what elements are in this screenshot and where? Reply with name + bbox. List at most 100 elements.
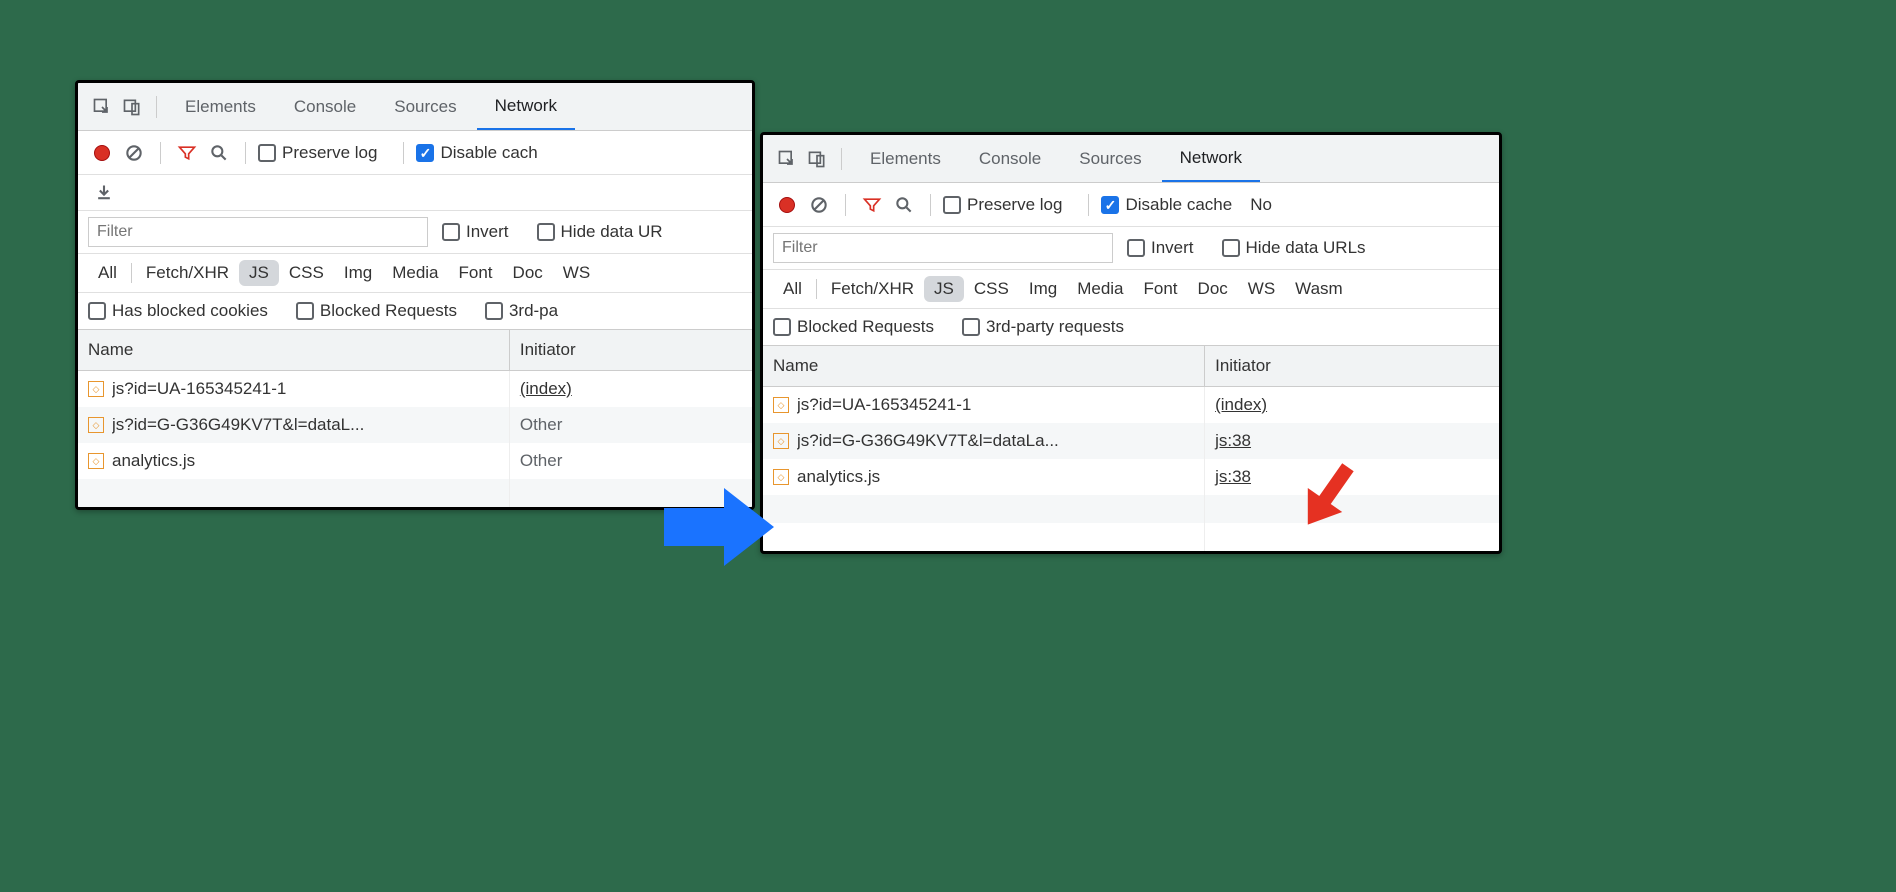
- device-toggle-icon[interactable]: [803, 145, 831, 173]
- separator: [841, 148, 842, 170]
- table-row[interactable]: js?id=UA-165345241-1 (index): [78, 371, 752, 408]
- table-row[interactable]: js?id=G-G36G49KV7T&l=dataLa... js:38: [763, 423, 1499, 459]
- type-media[interactable]: Media: [382, 260, 448, 286]
- search-icon[interactable]: [890, 191, 918, 219]
- tab-elements[interactable]: Elements: [852, 135, 959, 182]
- disable-cache-label: Disable cache: [1125, 195, 1232, 215]
- disable-cache-checkbox[interactable]: Disable cach: [416, 143, 537, 163]
- type-img[interactable]: Img: [334, 260, 382, 286]
- col-name[interactable]: Name: [78, 330, 509, 371]
- separator: [403, 142, 404, 164]
- tab-console[interactable]: Console: [276, 83, 374, 130]
- type-font[interactable]: Font: [449, 260, 503, 286]
- clear-icon[interactable]: [805, 191, 833, 219]
- type-fetch-xhr[interactable]: Fetch/XHR: [136, 260, 239, 286]
- type-css[interactable]: CSS: [279, 260, 334, 286]
- table-row[interactable]: js?id=G-G36G49KV7T&l=dataL... Other: [78, 407, 752, 443]
- js-file-icon: [88, 381, 104, 397]
- type-all[interactable]: All: [88, 260, 127, 286]
- type-img[interactable]: Img: [1019, 276, 1067, 302]
- initiator-link[interactable]: js:38: [1215, 467, 1251, 486]
- type-ws[interactable]: WS: [1238, 276, 1285, 302]
- type-doc[interactable]: Doc: [503, 260, 553, 286]
- type-ws[interactable]: WS: [553, 260, 600, 286]
- file-name: js?id=UA-165345241-1: [112, 379, 286, 399]
- clear-icon[interactable]: [120, 139, 148, 167]
- invert-checkbox[interactable]: Invert: [1127, 238, 1194, 258]
- initiator-link[interactable]: (index): [1215, 395, 1267, 414]
- js-file-icon: [773, 433, 789, 449]
- filter-input[interactable]: [773, 233, 1113, 263]
- tab-sources[interactable]: Sources: [376, 83, 474, 130]
- col-name[interactable]: Name: [763, 346, 1205, 387]
- spacer-row: [78, 479, 752, 507]
- initiator-text: Other: [520, 451, 563, 470]
- blocked-requests-checkbox[interactable]: Blocked Requests: [296, 301, 457, 321]
- separator: [131, 263, 132, 283]
- tabs-row: Elements Console Sources Network: [78, 83, 752, 131]
- record-button[interactable]: [88, 139, 116, 167]
- hide-data-urls-label: Hide data UR: [561, 222, 663, 242]
- blue-arrow-annotation: [664, 488, 774, 566]
- js-file-icon: [88, 417, 104, 433]
- preserve-log-label: Preserve log: [282, 143, 377, 163]
- filter-row: Invert Hide data URLs: [763, 227, 1499, 270]
- hide-data-urls-label: Hide data URLs: [1246, 238, 1366, 258]
- tab-network[interactable]: Network: [477, 83, 575, 130]
- type-all[interactable]: All: [773, 276, 812, 302]
- invert-checkbox[interactable]: Invert: [442, 222, 509, 242]
- js-file-icon: [88, 453, 104, 469]
- extra-filters-row: Blocked Requests 3rd-party requests: [763, 309, 1499, 346]
- hide-data-urls-checkbox[interactable]: Hide data URLs: [1222, 238, 1366, 258]
- tab-elements[interactable]: Elements: [167, 83, 274, 130]
- type-css[interactable]: CSS: [964, 276, 1019, 302]
- preserve-log-checkbox[interactable]: Preserve log: [943, 195, 1062, 215]
- toolbar-row: Preserve log Disable cache No: [763, 183, 1499, 227]
- requests-table: Name Initiator js?id=UA-165345241-1 (ind…: [763, 346, 1499, 551]
- table-row[interactable]: analytics.js Other: [78, 443, 752, 479]
- filter-icon[interactable]: [173, 139, 201, 167]
- initiator-link[interactable]: (index): [520, 379, 572, 398]
- separator: [1088, 194, 1089, 216]
- type-js[interactable]: JS: [239, 260, 279, 286]
- file-name: js?id=UA-165345241-1: [797, 395, 971, 415]
- table-row[interactable]: js?id=UA-165345241-1 (index): [763, 387, 1499, 424]
- type-fetch-xhr[interactable]: Fetch/XHR: [821, 276, 924, 302]
- table-row[interactable]: analytics.js js:38: [763, 459, 1499, 495]
- initiator-text: Other: [520, 415, 563, 434]
- separator: [160, 142, 161, 164]
- type-filter-row: All Fetch/XHR JS CSS Img Media Font Doc …: [78, 254, 752, 293]
- filter-icon[interactable]: [858, 191, 886, 219]
- filter-input[interactable]: [88, 217, 428, 247]
- initiator-link[interactable]: js:38: [1215, 431, 1251, 450]
- js-file-icon: [773, 397, 789, 413]
- type-media[interactable]: Media: [1067, 276, 1133, 302]
- has-blocked-cookies-checkbox[interactable]: Has blocked cookies: [88, 301, 268, 321]
- tab-console[interactable]: Console: [961, 135, 1059, 182]
- col-initiator[interactable]: Initiator: [509, 330, 752, 371]
- preserve-log-checkbox[interactable]: Preserve log: [258, 143, 377, 163]
- inspect-icon[interactable]: [773, 145, 801, 173]
- type-wasm[interactable]: Wasm: [1285, 276, 1353, 302]
- third-party-checkbox[interactable]: 3rd-party requests: [962, 317, 1124, 337]
- record-button[interactable]: [773, 191, 801, 219]
- tab-sources[interactable]: Sources: [1061, 135, 1159, 182]
- type-filter-row: All Fetch/XHR JS CSS Img Media Font Doc …: [763, 270, 1499, 309]
- inspect-icon[interactable]: [88, 93, 116, 121]
- tab-network[interactable]: Network: [1162, 135, 1260, 182]
- type-doc[interactable]: Doc: [1188, 276, 1238, 302]
- third-party-checkbox[interactable]: 3rd-pa: [485, 301, 558, 321]
- type-font[interactable]: Font: [1134, 276, 1188, 302]
- search-icon[interactable]: [205, 139, 233, 167]
- file-name: js?id=G-G36G49KV7T&l=dataL...: [112, 415, 364, 435]
- blocked-requests-checkbox[interactable]: Blocked Requests: [773, 317, 934, 337]
- download-icon[interactable]: [90, 179, 118, 207]
- device-toggle-icon[interactable]: [118, 93, 146, 121]
- disable-cache-checkbox[interactable]: Disable cache: [1101, 195, 1232, 215]
- hide-data-urls-checkbox[interactable]: Hide data UR: [537, 222, 663, 242]
- preserve-log-label: Preserve log: [967, 195, 1062, 215]
- invert-label: Invert: [1151, 238, 1194, 258]
- separator: [245, 142, 246, 164]
- type-js[interactable]: JS: [924, 276, 964, 302]
- col-initiator[interactable]: Initiator: [1205, 346, 1499, 387]
